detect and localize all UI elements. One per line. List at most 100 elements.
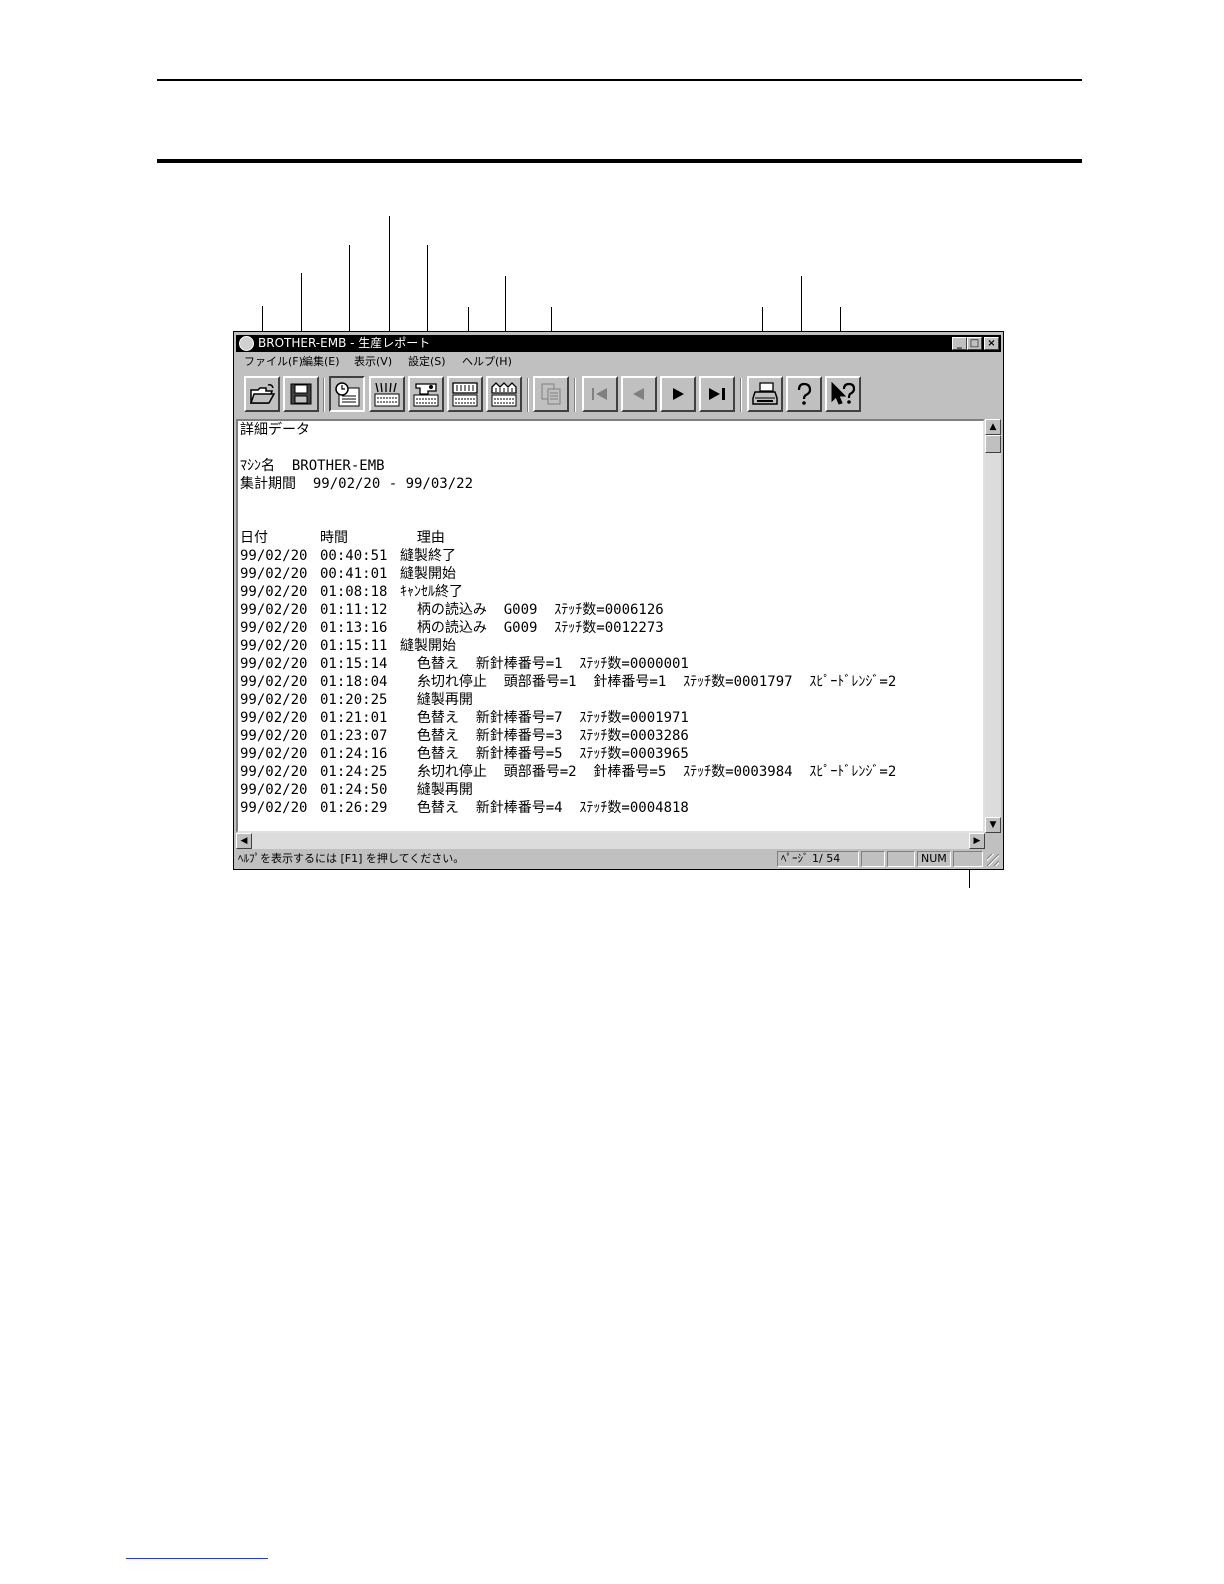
context-help-button[interactable]	[825, 376, 861, 412]
row-time: 01:15:14	[320, 656, 388, 672]
scroll-right-button[interactable]: ▶	[969, 833, 985, 849]
status-pane-empty	[861, 851, 885, 867]
save-button[interactable]	[283, 376, 319, 412]
menu-view[interactable]: 表示(V)	[354, 354, 392, 370]
heads-multi-report-icon	[491, 382, 517, 407]
toolbar-separator	[574, 378, 576, 412]
report-view[interactable]: 詳細データ ﾏｼﾝ名 BROTHER-EMB 集計期間 99/02/20 - 9…	[236, 419, 985, 833]
row-reason: 柄の読込み G009 ｽﾃｯﾁ数=0006126	[400, 602, 664, 618]
row-time: 01:24:25	[320, 764, 388, 780]
toolbar-separator	[740, 378, 742, 412]
prev-page-button[interactable]	[621, 376, 657, 412]
machine-report-button[interactable]	[408, 376, 444, 412]
maximize-button[interactable]: □	[967, 337, 982, 350]
copy-button[interactable]	[533, 376, 569, 412]
column-date: 日付	[240, 530, 268, 546]
open-folder-icon	[249, 384, 276, 404]
header-rule-bottom	[157, 159, 1082, 163]
row-time: 00:40:51	[320, 548, 388, 564]
machine-line: ﾏｼﾝ名 BROTHER-EMB	[240, 457, 896, 475]
row-time: 01:18:04	[320, 674, 388, 690]
heads-multi-report-button[interactable]	[486, 376, 522, 412]
scroll-left-button[interactable]: ◀	[236, 833, 252, 849]
row-reason: ｷｬﾝｾﾙ終了	[400, 584, 463, 600]
report-document: 詳細データ ﾏｼﾝ名 BROTHER-EMB 集計期間 99/02/20 - 9…	[240, 421, 896, 817]
report-row: 99/02/20 01:15:11 縫製開始	[240, 637, 896, 655]
last-page-button[interactable]	[699, 376, 735, 412]
row-reason: 色替え 新針棒番号=1 ｽﾃｯﾁ数=0000001	[400, 656, 689, 672]
page-indicator: ﾍﾟｰｼﾞ 1/ 54	[777, 851, 859, 867]
row-reason: 色替え 新針棒番号=3 ｽﾃｯﾁ数=0003286	[400, 728, 689, 744]
menu-settings[interactable]: 設定(S)	[408, 354, 446, 370]
heads-report-button[interactable]	[447, 376, 483, 412]
period-line: 集計期間 99/02/20 - 99/03/22	[240, 475, 896, 493]
open-button[interactable]	[244, 376, 280, 412]
row-time: 01:21:01	[320, 710, 388, 726]
menu-edit[interactable]: 編集(E)	[302, 354, 340, 370]
app-window: BROTHER-EMB - 生産レポート _ □ × ファイル(F) 編集(E)…	[233, 331, 1004, 870]
needle-report-icon	[374, 382, 400, 407]
help-button[interactable]	[786, 376, 822, 412]
row-date: 99/02/20	[240, 602, 308, 618]
column-header: 日付 時間 理由	[240, 529, 896, 547]
row-date: 99/02/20	[240, 674, 308, 690]
status-pane-empty	[953, 851, 983, 867]
scroll-down-button[interactable]: ▼	[985, 817, 1001, 833]
row-date: 99/02/20	[240, 728, 308, 744]
report-row: 99/02/20 01:26:29 色替え 新針棒番号=4 ｽﾃｯﾁ数=00048…	[240, 799, 896, 817]
resize-grip[interactable]	[987, 854, 999, 866]
vertical-scroll-thumb[interactable]	[985, 435, 1001, 453]
first-page-button[interactable]	[582, 376, 618, 412]
status-bar: ﾍﾙﾌﾟを表示するには [F1] を押してください。 ﾍﾟｰｼﾞ 1/ 54 N…	[236, 850, 1001, 868]
header-rule-top	[157, 79, 1082, 81]
row-date: 99/02/20	[240, 656, 308, 672]
report-row: 99/02/20 01:24:16 色替え 新針棒番号=5 ｽﾃｯﾁ数=00039…	[240, 745, 896, 763]
report-row: 99/02/20 01:24:50 縫製再開	[240, 781, 896, 799]
status-pane-empty	[887, 851, 915, 867]
app-icon[interactable]	[239, 336, 254, 351]
row-reason: 縫製開始	[400, 566, 456, 582]
row-time: 01:13:16	[320, 620, 388, 636]
row-reason: 糸切れ停止 頭部番号=2 針棒番号=5 ｽﾃｯﾁ数=0003984 ｽﾋﾟｰﾄﾞ…	[400, 764, 897, 780]
row-date: 99/02/20	[240, 764, 308, 780]
toolbar-separator	[323, 378, 325, 412]
scroll-up-button[interactable]: ▲	[985, 419, 1001, 435]
row-date: 99/02/20	[240, 692, 308, 708]
report-row: 99/02/20 01:13:16 柄の読込み G009 ｽﾃｯﾁ数=001227…	[240, 619, 896, 637]
report-row: 99/02/20 01:11:12 柄の読込み G009 ｽﾃｯﾁ数=000612…	[240, 601, 896, 619]
row-date: 99/02/20	[240, 638, 308, 654]
menu-file[interactable]: ファイル(F)	[244, 354, 303, 370]
title-bar[interactable]: BROTHER-EMB - 生産レポート _ □ ×	[236, 335, 1001, 352]
context-help-icon	[831, 381, 856, 405]
row-date: 99/02/20	[240, 548, 308, 564]
row-reason: 縫製終了	[400, 548, 456, 564]
row-reason: 縫製再開	[400, 782, 473, 798]
print-button[interactable]	[747, 376, 783, 412]
needle-report-button[interactable]	[369, 376, 405, 412]
vertical-scrollbar[interactable]: ▲ ▼	[985, 419, 1001, 833]
first-page-icon	[592, 388, 607, 400]
print-icon	[752, 382, 778, 405]
minimize-button[interactable]: _	[952, 337, 967, 350]
row-time: 01:24:16	[320, 746, 388, 762]
column-reason: 理由	[416, 530, 445, 546]
row-date: 99/02/20	[240, 782, 308, 798]
menu-help[interactable]: ヘルプ(H)	[462, 354, 512, 370]
horizontal-scrollbar[interactable]: ◀ ▶	[236, 833, 985, 849]
num-lock-indicator: NUM	[917, 851, 951, 867]
row-reason: 柄の読込み G009 ｽﾃｯﾁ数=0012273	[400, 620, 664, 636]
row-reason: 色替え 新針棒番号=4 ｽﾃｯﾁ数=0004818	[400, 800, 689, 816]
report-row: 99/02/20 01:21:01 色替え 新針棒番号=7 ｽﾃｯﾁ数=00019…	[240, 709, 896, 727]
next-page-button[interactable]	[660, 376, 696, 412]
toolbar-separator	[527, 378, 529, 412]
row-time: 01:23:07	[320, 728, 388, 744]
time-report-button[interactable]	[329, 376, 365, 412]
toolbar	[236, 374, 1001, 418]
next-page-icon	[673, 388, 684, 400]
close-button[interactable]: ×	[984, 337, 999, 350]
row-date: 99/02/20	[240, 566, 308, 582]
report-row: 99/02/20 01:24:25 糸切れ停止 頭部番号=2 針棒番号=5 ｽﾃｯ…	[240, 763, 896, 781]
